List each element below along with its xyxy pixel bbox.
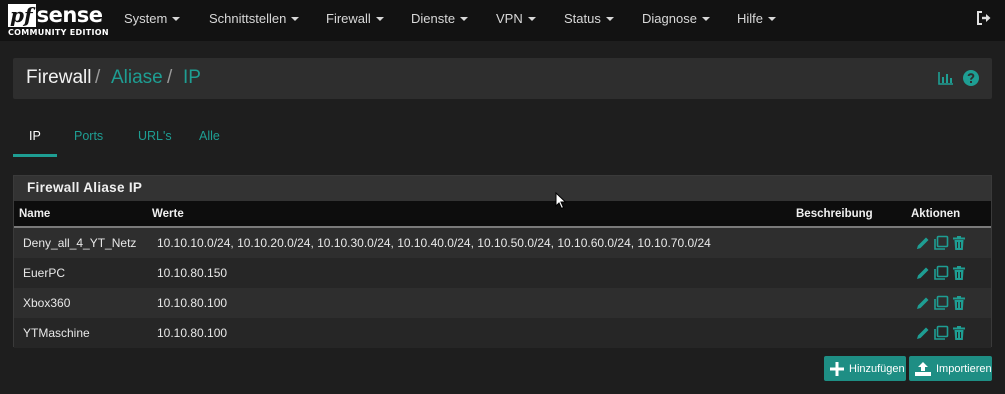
plus-icon [830,361,844,376]
nav-hilfe-label: Hilfe [737,11,764,26]
nav-dienste[interactable]: Dienste [411,11,469,26]
tab-ip[interactable]: IP [29,129,41,143]
tab-alle[interactable]: Alle [199,129,220,143]
alias-values: 10.10.80.100 [157,296,228,310]
trash-icon[interactable] [951,265,967,281]
breadcrumb: Firewall / Aliase / IP [13,58,992,99]
table-row[interactable]: EuerPC 10.10.80.150 [14,258,991,288]
column-header-name[interactable]: Name [19,208,50,220]
pencil-icon[interactable] [915,265,931,281]
copy-icon[interactable] [933,295,949,311]
caret-down-icon [701,16,710,21]
chart-icon[interactable] [938,71,954,85]
row-actions [915,235,967,251]
nav-vpn[interactable]: VPN [496,11,536,26]
pencil-icon[interactable] [915,235,931,251]
add-button-label: Hinzufügen [849,362,905,375]
alias-values: 10.10.80.100 [157,326,228,340]
pfsense-logo[interactable]: pf sense COMMUNITY EDITION [8,3,109,39]
nav-hilfe[interactable]: Hilfe [737,11,777,26]
pencil-icon[interactable] [915,325,931,341]
import-button-label: Importieren [936,362,992,375]
logo-mark: pf sense [8,3,103,27]
alias-name: Deny_all_4_YT_Netz [23,236,137,250]
column-header-actions: Aktionen [911,208,961,220]
breadcrumb-firewall: Firewall [26,67,92,88]
caret-down-icon [768,16,777,21]
top-navbar: pf sense COMMUNITY EDITION System Schnit… [0,0,1005,41]
table-row[interactable]: Xbox360 10.10.80.100 [14,288,991,318]
nav-diagnose[interactable]: Diagnose [642,11,710,26]
mouse-cursor-icon [555,192,567,210]
column-header-description[interactable]: Beschreibung [796,208,873,220]
alias-name: EuerPC [23,266,66,280]
help-icon[interactable] [963,70,979,86]
table-row[interactable]: YTMaschine 10.10.80.100 [14,318,991,348]
row-actions [915,295,967,311]
copy-icon[interactable] [933,235,949,251]
sign-out-icon[interactable] [975,9,993,27]
nav-schnittstellen[interactable]: Schnittstellen [209,11,300,26]
table-row[interactable]: Deny_all_4_YT_Netz 10.10.10.0/24, 10.10.… [14,228,991,258]
logo-edition: COMMUNITY EDITION [8,28,109,37]
tab-ports[interactable]: Ports [74,129,103,143]
caret-down-icon [291,16,300,21]
nav-status[interactable]: Status [564,11,614,26]
tab-urls[interactable]: URL's [138,129,172,143]
trash-icon[interactable] [951,235,967,251]
copy-icon[interactable] [933,265,949,281]
caret-down-icon [460,16,469,21]
upload-icon [915,361,931,376]
nav-vpn-label: VPN [496,11,523,26]
breadcrumb-ip[interactable]: IP [183,67,201,89]
alias-values: 10.10.80.150 [157,266,228,280]
trash-icon[interactable] [951,295,967,311]
nav-system[interactable]: System [124,11,181,26]
column-header-values[interactable]: Werte [152,208,184,220]
nav-status-label: Status [564,11,601,26]
caret-down-icon [527,16,536,21]
breadcrumb-separator: / [167,67,173,88]
logo-sense: sense [36,3,103,27]
row-actions [915,325,967,341]
alias-name: Xbox360 [23,296,71,310]
panel-title: Firewall Aliase IP [27,180,143,195]
nav-system-label: System [124,11,168,26]
table-header: Name Werte Beschreibung Aktionen [14,201,991,228]
active-tab-indicator [13,154,57,157]
alias-values: 10.10.10.0/24, 10.10.20.0/24, 10.10.30.0… [157,236,711,250]
row-actions [915,265,967,281]
import-button[interactable]: Importieren [909,356,992,381]
nav-dienste-label: Dienste [411,11,456,26]
alias-name: YTMaschine [23,326,90,340]
breadcrumb-aliase[interactable]: Aliase [111,67,163,89]
nav-schnittstellen-label: Schnittstellen [209,11,287,26]
trash-icon[interactable] [951,325,967,341]
caret-down-icon [172,16,181,21]
pencil-icon[interactable] [915,295,931,311]
nav-firewall[interactable]: Firewall [326,11,384,26]
aliases-panel: Firewall Aliase IP Name Werte Beschreibu… [13,175,992,348]
panel-heading: Firewall Aliase IP [14,176,991,201]
add-button[interactable]: Hinzufügen [824,356,906,381]
copy-icon[interactable] [933,325,949,341]
breadcrumb-icons [938,70,979,86]
logo-pf: pf [8,4,36,27]
breadcrumb-separator: / [95,67,101,88]
caret-down-icon [605,16,614,21]
nav-firewall-label: Firewall [326,11,371,26]
caret-down-icon [375,16,384,21]
nav-diagnose-label: Diagnose [642,11,697,26]
